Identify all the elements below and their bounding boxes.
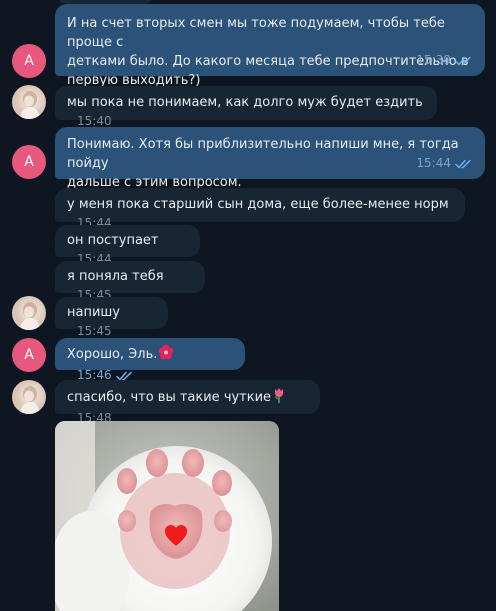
avatar[interactable]: A — [12, 338, 46, 372]
avatar-initial: A — [24, 53, 34, 69]
message-text: я поняла тебя — [67, 269, 164, 284]
message-text: он поступает — [67, 233, 159, 248]
message-bubble[interactable]: у меня пока старший сын дома, еще более-… — [55, 188, 465, 230]
message-text: спасибо, что вы такие чуткие — [67, 390, 272, 405]
profile-photo-icon — [20, 91, 40, 119]
photo-message[interactable] — [55, 421, 279, 611]
message-text: напишу — [67, 305, 121, 320]
message-text: Хорошо, Эль. — [67, 347, 158, 362]
profile-photo-icon — [20, 386, 40, 414]
message-bubble[interactable]: я поняла тебя 15:45 — [55, 261, 205, 302]
message-time: 15:44 — [416, 156, 451, 170]
message-bubble[interactable]: напишу 15:45 — [55, 297, 168, 338]
message-meta: 15:39 — [416, 51, 473, 70]
avatar-initial: A — [24, 154, 34, 170]
avatar[interactable]: A — [12, 44, 46, 78]
message-text: мы пока не понимаем, как долго муж будет… — [67, 95, 423, 110]
avatar-initial: A — [24, 347, 34, 363]
avatar[interactable] — [12, 296, 46, 330]
message-meta: 15:44 — [416, 154, 473, 173]
double-check-icon — [115, 371, 134, 381]
avatar[interactable] — [12, 85, 46, 119]
profile-photo-icon — [20, 302, 40, 330]
message-bubble[interactable]: Хорошо, Эль. 15:46 — [55, 338, 245, 382]
double-check-icon — [455, 159, 473, 169]
tulip-icon — [272, 387, 286, 409]
avatar[interactable]: A — [12, 145, 46, 179]
cat-paw-heart-image — [55, 421, 279, 611]
hibiscus-icon — [158, 344, 174, 366]
message-bubble[interactable]: спасибо, что вы такие чуткие 15:48 — [55, 380, 320, 425]
message-text: у меня пока старший сын дома, еще более-… — [67, 197, 449, 212]
avatar[interactable] — [12, 380, 46, 414]
message-bubble[interactable]: И на счет вторых смен мы тоже подумаем, … — [55, 4, 485, 88]
message-bubble[interactable]: он поступает 15:44 — [55, 225, 200, 266]
chat-history: A И на счет вторых смен мы тоже подумаем… — [0, 0, 496, 611]
message-bubble[interactable]: мы пока не понимаем, как долго муж будет… — [55, 86, 437, 128]
double-check-icon — [455, 56, 473, 66]
message-time: 15:39 — [416, 53, 451, 67]
message-text: И на счет вторых смен мы тоже подумаем, … — [67, 16, 469, 88]
message-text: Понимаю. Хотя бы приблизительно напиши м… — [67, 137, 459, 190]
message-bubble[interactable]: Понимаю. Хотя бы приблизительно напиши м… — [55, 127, 485, 190]
